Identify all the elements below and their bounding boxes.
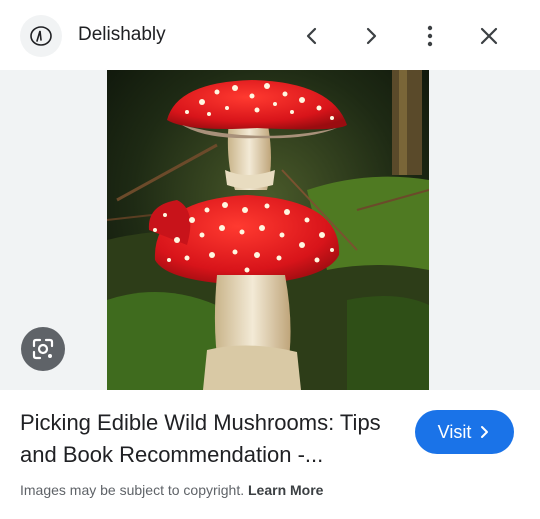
result-title[interactable]: Picking Edible Wild Mushrooms: Tips and … [20, 407, 400, 471]
site-name[interactable]: Delishably [78, 24, 166, 46]
visit-button[interactable]: Visit [415, 410, 514, 454]
close-icon [480, 27, 498, 45]
chevron-right-icon [366, 27, 377, 45]
learn-more-link[interactable]: Learn More [248, 482, 323, 498]
result-title-line-1: Picking Edible Wild Mushrooms: Tips [20, 410, 381, 435]
more-vertical-icon [427, 25, 433, 47]
lens-search-icon [32, 338, 54, 360]
previous-button[interactable] [294, 18, 330, 54]
more-options-button[interactable] [412, 18, 448, 54]
copyright-notice: Images may be subject to copyright. Lear… [20, 482, 323, 498]
image-area [0, 70, 540, 390]
lens-search-button[interactable] [21, 327, 65, 371]
close-button[interactable] [471, 18, 507, 54]
panel-header: Delishably [0, 0, 540, 70]
chevron-right-icon [481, 426, 489, 438]
next-button[interactable] [353, 18, 389, 54]
result-image[interactable] [107, 70, 429, 390]
chevron-left-icon [306, 27, 317, 45]
site-logo-icon[interactable] [20, 15, 62, 57]
visit-button-label: Visit [437, 421, 472, 442]
image-preview-panel: Delishably Picking Edible Wild Mushrooms… [0, 0, 540, 519]
copyright-text: Images may be subject to copyright. [20, 482, 245, 498]
result-title-line-2: and Book Recommendation -... [20, 442, 324, 467]
